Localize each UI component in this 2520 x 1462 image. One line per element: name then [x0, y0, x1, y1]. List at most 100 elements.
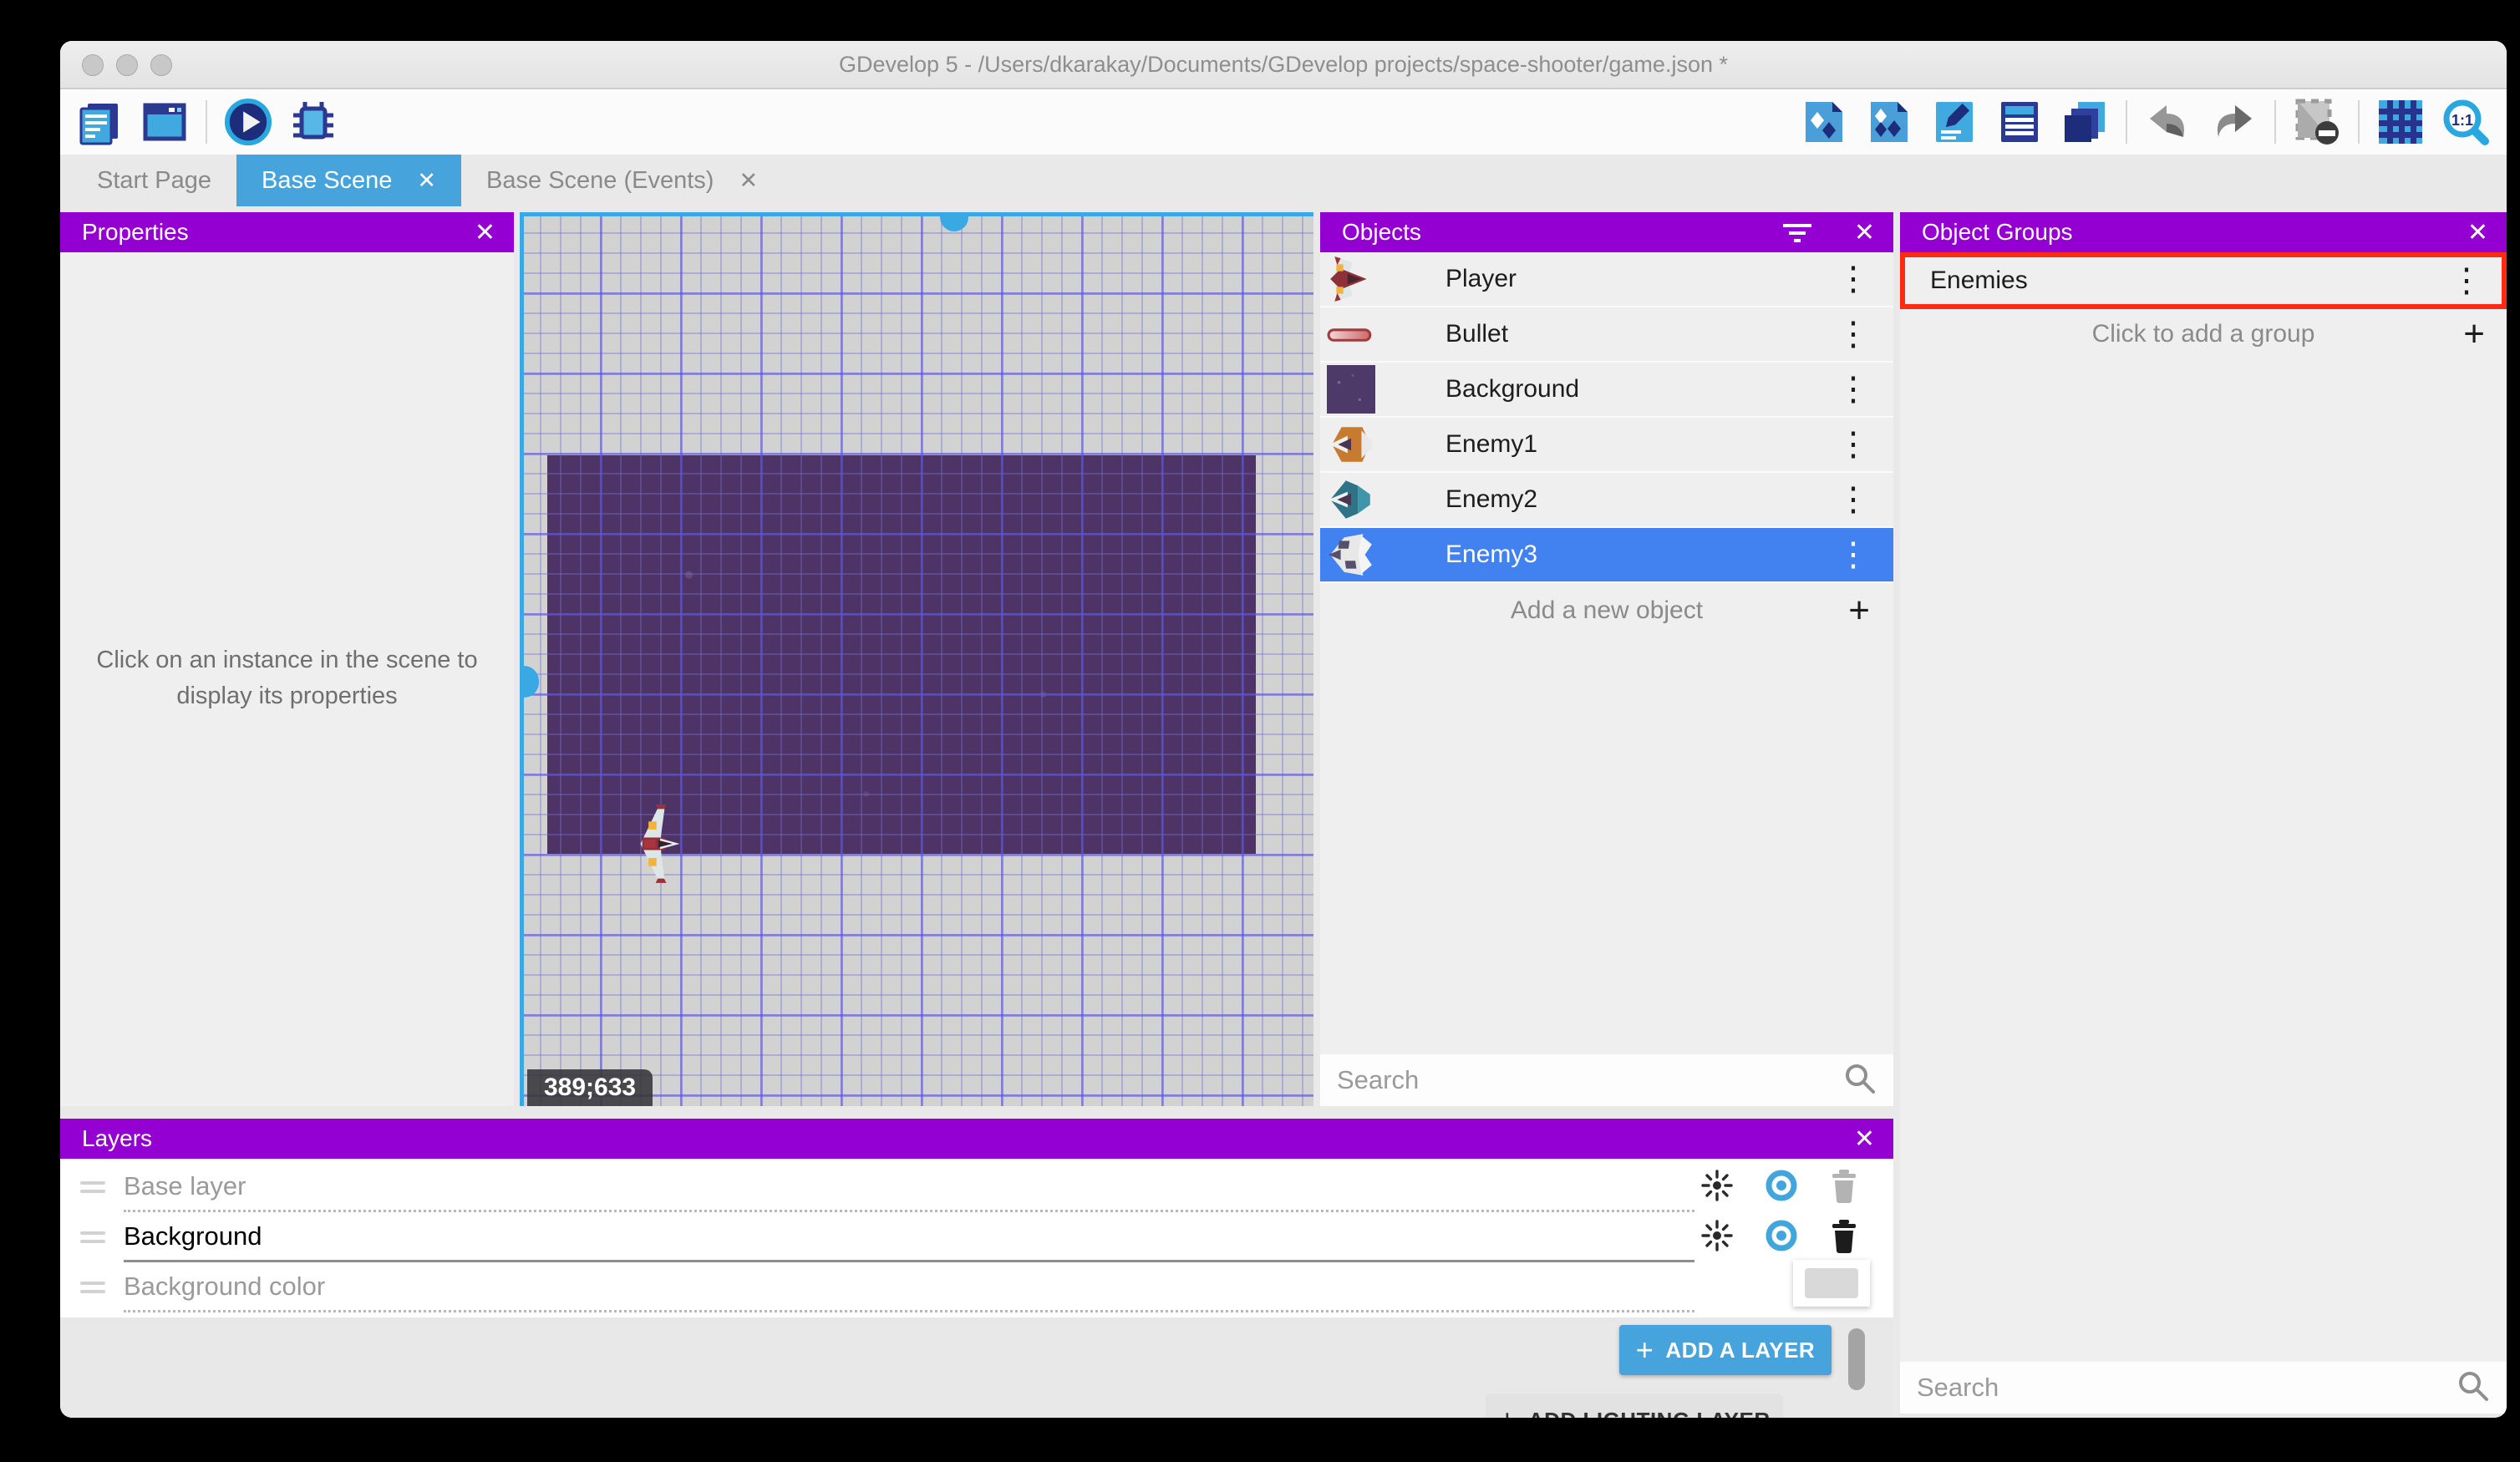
layer-visibility-eye-icon[interactable]: [1763, 1167, 1800, 1208]
start-page-icon[interactable]: [140, 98, 189, 146]
instances-list-icon[interactable]: [1995, 98, 2044, 146]
scene-canvas[interactable]: 389;633: [520, 212, 1313, 1106]
layer-visibility-eye-icon[interactable]: [1763, 1217, 1800, 1258]
close-icon[interactable]: ✕: [1854, 212, 1875, 252]
cursor-coordinates-badge: 389;633: [527, 1069, 653, 1106]
selection-handle-left[interactable]: [524, 666, 539, 698]
layer-effects-icon[interactable]: [1699, 1218, 1735, 1257]
object-menu-icon[interactable]: ⋮: [1837, 262, 1870, 296]
object-menu-icon[interactable]: ⋮: [1837, 317, 1870, 351]
screenshot-stage: GDevelop 5 - /Users/dkarakay/Documents/G…: [0, 0, 2520, 1462]
object-row-background[interactable]: Background ⋮: [1320, 363, 1893, 418]
preview-play-icon[interactable]: [224, 98, 272, 146]
toolbar-right-group: 1:1: [1800, 89, 2490, 155]
add-layer-button[interactable]: + ADD A LAYER: [1619, 1325, 1832, 1375]
object-row-enemy1[interactable]: Enemy1 ⋮: [1320, 418, 1893, 473]
background-color-field[interactable]: Background color: [124, 1262, 1694, 1312]
layer-name-field[interactable]: Background: [124, 1212, 1694, 1262]
object-row-enemy2[interactable]: Enemy2 ⋮: [1320, 473, 1893, 528]
layers-list: Base layer Background Background color: [60, 1159, 1893, 1317]
undo-icon[interactable]: [2144, 98, 2192, 146]
edit-scene-icon[interactable]: [1930, 98, 1979, 146]
drag-handle-icon[interactable]: [80, 1181, 105, 1193]
toolbar-divider: [2126, 100, 2127, 144]
object-row-bullet[interactable]: Bullet ⋮: [1320, 307, 1893, 363]
object-label: Background: [1445, 375, 1580, 403]
object-label: Enemy2: [1445, 485, 1538, 513]
object-label: Player: [1445, 265, 1517, 292]
main-area: Properties ✕ Click on an instance in the…: [60, 206, 2507, 1418]
layer-row-base[interactable]: Base layer: [60, 1162, 1893, 1212]
group-row-enemies[interactable]: Enemies ⋮: [1900, 252, 2507, 309]
objects-editor-icon[interactable]: [1800, 98, 1848, 146]
debugger-bug-icon[interactable]: [289, 98, 338, 146]
object-groups-panel-header: Object Groups ✕: [1900, 212, 2507, 252]
object-label: Enemy3: [1445, 541, 1538, 568]
tab-label: Base Scene: [262, 166, 393, 194]
object-menu-icon[interactable]: ⋮: [1837, 373, 1870, 406]
selection-edge-top: [520, 212, 1313, 216]
panel-title: Object Groups: [1922, 219, 2073, 245]
close-icon[interactable]: ✕: [2467, 212, 2488, 252]
close-tab-icon[interactable]: ✕: [417, 168, 436, 194]
plus-icon[interactable]: +: [1848, 590, 1870, 632]
zoom-1-1-icon[interactable]: 1:1: [2441, 98, 2490, 146]
layer-delete-trash-icon[interactable]: [1828, 1218, 1860, 1257]
redo-icon[interactable]: [2209, 98, 2258, 146]
player-instance[interactable]: [631, 804, 689, 888]
object-menu-icon[interactable]: ⋮: [1837, 538, 1870, 571]
object-groups-panel: Object Groups ✕ Enemies ⋮ Click to add a…: [1900, 212, 2507, 1414]
enemy2-object-icon: [1320, 475, 1445, 524]
layer-row-background-color[interactable]: Background color: [60, 1262, 1893, 1312]
grid-icon[interactable]: [2376, 98, 2425, 146]
object-row-enemy3[interactable]: Enemy3 ⋮: [1320, 528, 1893, 583]
plus-icon: +: [1498, 1403, 1517, 1418]
plus-icon[interactable]: +: [2463, 313, 2485, 355]
layers-editor-icon[interactable]: [2060, 98, 2109, 146]
close-icon[interactable]: ✕: [475, 212, 495, 252]
layer-name-field[interactable]: Base layer: [124, 1162, 1694, 1212]
object-label: Enemy1: [1445, 430, 1538, 458]
search-icon: [2456, 1369, 2490, 1407]
close-window-button[interactable]: [82, 54, 104, 76]
object-row-player[interactable]: Player ⋮: [1320, 252, 1893, 307]
minimize-window-button[interactable]: [116, 54, 138, 76]
layer-delete-trash-icon[interactable]: [1828, 1168, 1860, 1207]
close-icon[interactable]: ✕: [1854, 1119, 1875, 1159]
drag-handle-icon[interactable]: [80, 1282, 105, 1293]
layers-scrollbar-thumb[interactable]: [1848, 1328, 1865, 1390]
titlebar: GDevelop 5 - /Users/dkarakay/Documents/G…: [60, 41, 2507, 89]
window-mask-icon[interactable]: [2293, 98, 2341, 146]
background-instance[interactable]: [547, 455, 1256, 854]
close-tab-icon[interactable]: ✕: [739, 168, 758, 194]
objects-search-input[interactable]: [1337, 1065, 1843, 1095]
add-object-row[interactable]: Add a new object +: [1320, 583, 1893, 638]
project-manager-icon[interactable]: [75, 98, 124, 146]
object-groups-editor-icon[interactable]: [1865, 98, 1913, 146]
object-menu-icon[interactable]: ⋮: [1837, 483, 1870, 516]
layer-row-background[interactable]: Background: [60, 1212, 1893, 1262]
gdevelop-window: GDevelop 5 - /Users/dkarakay/Documents/G…: [60, 41, 2507, 1418]
tab-label: Base Scene (Events): [486, 166, 714, 194]
groups-search-input[interactable]: [1917, 1373, 2456, 1403]
tabbar: Start Page Base Scene ✕ Base Scene (Even…: [60, 155, 2507, 206]
selection-handle-top[interactable]: [940, 216, 968, 231]
background-color-swatch[interactable]: [1793, 1260, 1870, 1307]
drag-handle-icon[interactable]: [80, 1231, 105, 1243]
add-group-row[interactable]: Click to add a group +: [1900, 309, 2507, 359]
objects-panel-header: Objects ✕: [1320, 212, 1893, 252]
layers-panel-header: Layers ✕: [60, 1119, 1893, 1159]
toolbar-divider: [206, 100, 207, 144]
object-menu-icon[interactable]: ⋮: [1837, 428, 1870, 461]
window-title: GDevelop 5 - /Users/dkarakay/Documents/G…: [839, 51, 1728, 77]
properties-empty-message: Click on an instance in the scene to dis…: [96, 647, 478, 709]
tab-start-page[interactable]: Start Page: [72, 155, 236, 206]
tab-base-scene-events[interactable]: Base Scene (Events) ✕: [461, 155, 783, 206]
maximize-window-button[interactable]: [150, 54, 172, 76]
add-object-label: Add a new object: [1510, 596, 1704, 624]
add-lighting-layer-button[interactable]: + ADD LIGHTING LAYER: [1486, 1393, 1783, 1418]
layer-effects-icon[interactable]: [1699, 1168, 1735, 1207]
tab-base-scene[interactable]: Base Scene ✕: [236, 155, 462, 206]
filter-icon[interactable]: [1781, 221, 1813, 250]
group-menu-icon[interactable]: ⋮: [2450, 264, 2483, 297]
